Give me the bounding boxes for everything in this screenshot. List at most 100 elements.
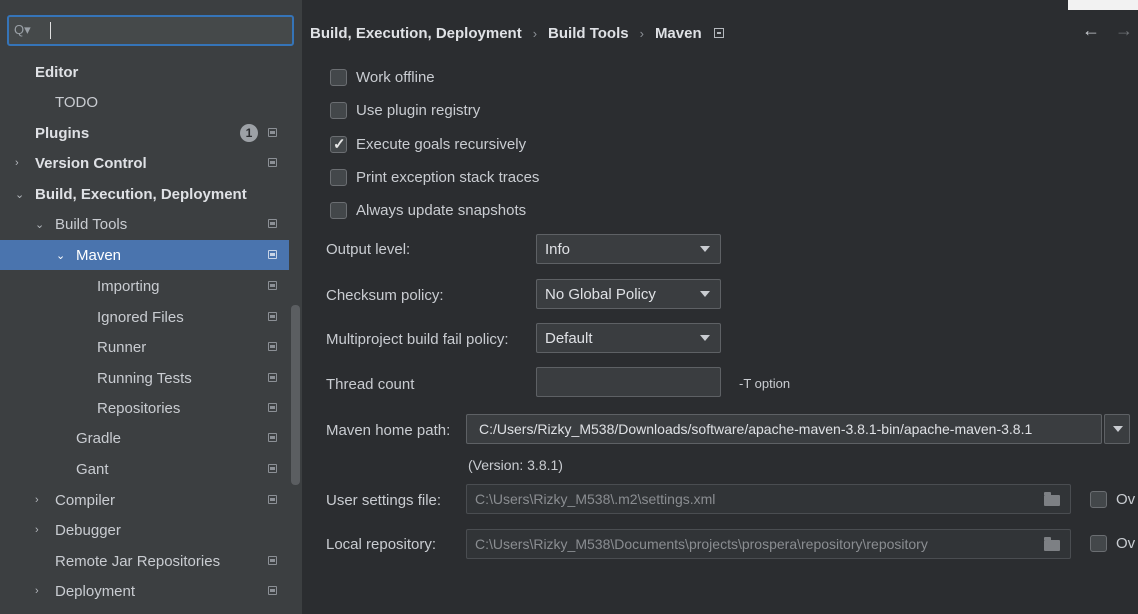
window-corner [1068,0,1138,10]
sidebar-item-repositories[interactable]: Repositories [0,393,289,423]
sidebar-item-version-control[interactable]: › Version Control [0,148,289,178]
sidebar-item-maven[interactable]: ⌄ Maven [0,240,289,270]
checkbox-label: Print exception stack traces [356,168,540,186]
breadcrumb-separator: › [532,25,538,41]
sidebar-item-label: Build, Execution, Deployment [35,185,247,203]
sidebar-scrollbar[interactable] [291,305,300,485]
sidebar-item-label: Build Tools [55,215,128,233]
sidebar-item-label: Remote Jar Repositories [55,552,221,570]
select-value: No Global Policy [545,285,656,303]
breadcrumb-separator: › [639,25,644,41]
thread-count-hint: -T option [739,376,791,391]
sidebar-item-label: Importing [97,277,160,295]
sidebar-item-compiler[interactable]: › Compiler [0,485,289,515]
settings-sidebar: Q▾ Editor TODO Plugins 1 › Version Contro… [0,0,302,614]
work-offline-checkbox-row[interactable]: Work offline [330,65,435,89]
search-field[interactable]: Q▾ [7,15,294,46]
dropdown-arrow-icon [700,246,710,252]
sidebar-item-label: Deployment [55,582,136,600]
chevron-down-icon[interactable]: ⌄ [15,188,29,201]
sidebar-item-label: Running Tests [97,369,192,387]
override-local-repository-checkbox-row[interactable]: Ov [1090,531,1135,555]
work-offline-checkbox[interactable] [330,68,347,86]
always-update-snapshots-checkbox-row[interactable]: Always update snapshots [330,198,526,222]
checkbox-label: Work offline [356,68,435,86]
folder-icon [1044,537,1060,551]
folder-icon [1044,492,1060,506]
sidebar-item-debugger[interactable]: › Debugger [0,515,289,545]
sidebar-item-build-execution-deployment[interactable]: ⌄ Build, Execution, Deployment [0,179,289,209]
maven-home-dropdown-button[interactable] [1104,414,1130,444]
select-value: Info [545,240,571,258]
sidebar-item-label: Plugins [35,124,90,142]
sidebar-item-ignored-files[interactable]: Ignored Files [0,302,289,332]
sidebar-item-runner[interactable]: Runner [0,332,289,362]
local-repository-value: C:\Users\Rizky_M538\Documents\projects\p… [475,536,928,552]
sidebar-item-todo[interactable]: TODO [0,87,289,117]
text-caret [50,22,51,39]
sidebar-item-importing[interactable]: Importing [0,271,289,301]
search-icon[interactable]: Q▾ [14,22,31,38]
output-level-label: Output level: [326,241,411,258]
back-arrow-icon[interactable]: ← [1082,20,1100,41]
breadcrumb-item: Maven [654,24,702,42]
dropdown-arrow-icon [700,291,710,297]
forward-arrow-icon[interactable]: → [1115,20,1133,41]
thread-count-input[interactable] [536,367,721,397]
checkbox-label: Ov [1116,534,1136,552]
sidebar-item-label: Maven [76,246,122,264]
override-user-settings-checkbox-row[interactable]: Ov [1090,487,1135,511]
sidebar-item-label: Gradle [76,429,122,447]
checksum-policy-select[interactable]: No Global Policy [536,279,721,309]
local-repository-field: C:\Users\Rizky_M538\Documents\projects\p… [466,529,1071,559]
sidebar-item-build-tools[interactable]: ⌄ Build Tools [0,209,289,239]
maven-home-value: C:/Users/Rizky_M538/Downloads/software/a… [479,421,1033,437]
sidebar-item-gradle[interactable]: Gradle [0,423,289,453]
breadcrumb-item[interactable]: Build, Execution, Deployment [310,25,522,42]
project-level-icon [268,250,277,259]
project-level-icon [268,464,277,473]
always-update-snapshots-checkbox[interactable] [330,201,347,219]
chevron-down-icon[interactable]: ⌄ [56,249,70,262]
maven-home-combobox[interactable]: C:/Users/Rizky_M538/Downloads/software/a… [466,414,1102,444]
project-level-icon [268,433,277,442]
sidebar-item-running-tests[interactable]: Running Tests [0,363,289,393]
breadcrumb: Build, Execution, Deployment › Build Too… [310,18,724,48]
user-settings-field: C:\Users\Rizky_M538\.m2\settings.xml [466,484,1071,514]
output-level-select[interactable]: Info [536,234,721,264]
sidebar-item-gant[interactable]: Gant [0,454,289,484]
checkbox-label: Use plugin registry [356,101,481,119]
search-input[interactable] [53,20,283,40]
sidebar-item-deployment[interactable]: › Deployment [0,576,289,606]
use-plugin-registry-checkbox[interactable] [330,101,347,119]
breadcrumb-item[interactable]: Build Tools [548,25,629,42]
chevron-right-icon[interactable]: › [15,157,29,169]
chevron-right-icon[interactable]: › [35,494,49,506]
sidebar-item-label: Ignored Files [97,308,184,326]
sidebar-item-remote-jar-repositories[interactable]: Remote Jar Repositories [0,546,289,576]
checkbox-label: Always update snapshots [356,201,527,219]
print-exception-stack-traces-checkbox[interactable] [330,168,347,186]
project-level-icon [268,219,277,228]
checksum-policy-label: Checksum policy: [326,287,444,304]
select-value: Default [545,329,593,347]
sidebar-item-label: Debugger [55,521,121,539]
chevron-right-icon[interactable]: › [35,585,49,597]
override-local-repository-checkbox[interactable] [1090,534,1107,552]
sidebar-item-label: Repositories [97,399,181,417]
project-level-icon [268,128,277,137]
fail-policy-select[interactable]: Default [536,323,721,353]
local-repository-label: Local repository: [326,536,437,553]
chevron-down-icon[interactable]: ⌄ [35,218,49,231]
project-level-icon [268,158,277,167]
execute-goals-recursively-checkbox-row[interactable]: Execute goals recursively [330,132,526,156]
sidebar-item-plugins[interactable]: Plugins 1 [0,118,289,148]
print-exception-stack-traces-checkbox-row[interactable]: Print exception stack traces [330,165,539,189]
execute-goals-recursively-checkbox[interactable] [330,135,347,153]
override-user-settings-checkbox[interactable] [1090,490,1107,508]
chevron-right-icon[interactable]: › [35,524,49,536]
sidebar-item-editor[interactable]: Editor [0,57,289,87]
project-level-icon [713,28,724,38]
use-plugin-registry-checkbox-row[interactable]: Use plugin registry [330,98,480,122]
maven-version-text: (Version: 3.8.1) [468,457,563,473]
